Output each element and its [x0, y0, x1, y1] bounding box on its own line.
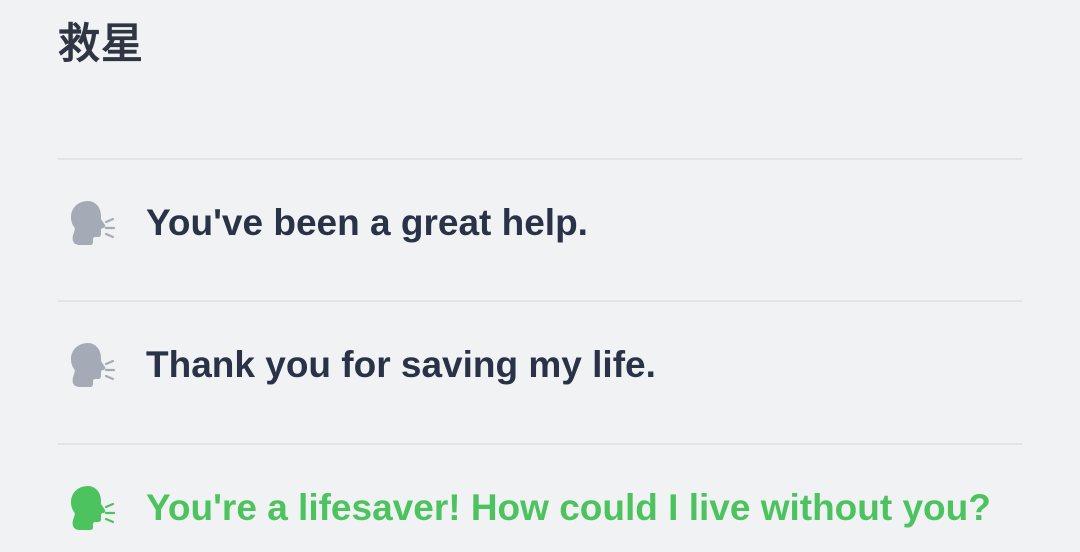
speaking-head-icon[interactable] [58, 337, 122, 393]
speaking-head-icon[interactable] [58, 195, 122, 251]
phrase-text: Thank you for saving my life. [146, 344, 656, 385]
speaking-head-icon[interactable] [58, 480, 122, 536]
phrase-row-3[interactable]: You're a lifesaver! How could I live wit… [58, 463, 1022, 552]
divider [58, 300, 1022, 302]
divider [58, 158, 1022, 160]
phrase-page: 救星 You've been a great help. Thank you f… [0, 0, 1080, 552]
divider [58, 443, 1022, 445]
page-title: 救星 [58, 19, 145, 68]
phrase-row-2[interactable]: Thank you for saving my life. [58, 320, 1022, 410]
phrase-text: You're a lifesaver! How could I live wit… [146, 487, 991, 528]
phrase-row-1[interactable]: You've been a great help. [58, 178, 1022, 268]
phrase-text: You've been a great help. [146, 202, 588, 243]
